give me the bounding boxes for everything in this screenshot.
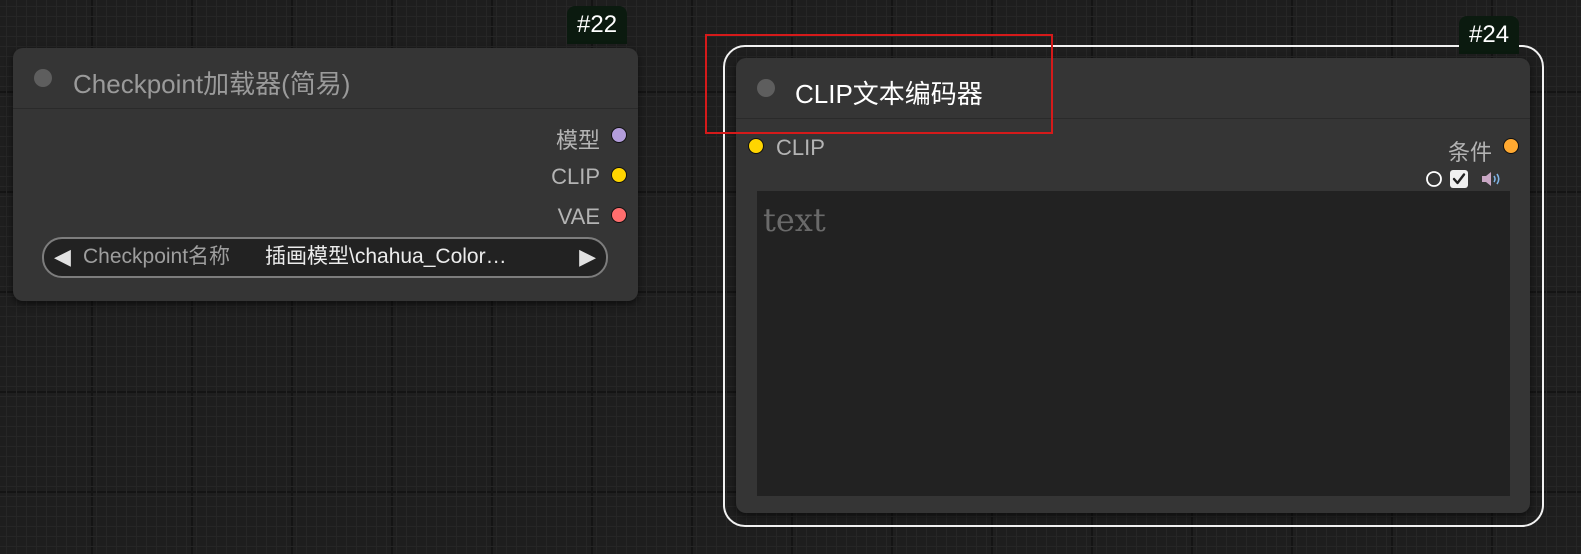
output-label-conditioning: 条件 [1447, 140, 1492, 165]
output-slot-clip[interactable] [611, 167, 627, 183]
node-id-badge: #24 [1459, 16, 1520, 54]
combo-prev-arrow[interactable]: ◀ [54, 243, 71, 271]
output-label-model: 模型 [555, 128, 600, 153]
checkbox-checked-icon[interactable] [1449, 169, 1469, 189]
checkpoint-loader-node[interactable]: Checkpoint加载器(简易) 模型 CLIP VAE ◀ Checkpoi… [13, 48, 638, 301]
circle-outline-icon[interactable] [1425, 170, 1443, 188]
output-slot-conditioning[interactable] [1503, 138, 1519, 154]
combo-next-arrow[interactable]: ▶ [579, 243, 596, 271]
node-collapse-dot[interactable] [34, 69, 52, 87]
output-label-clip: CLIP [551, 164, 600, 189]
highlight-box [705, 34, 1053, 134]
prompt-textarea[interactable] [757, 191, 1510, 496]
combo-value[interactable]: 插画模型\chahua_Color… [265, 243, 555, 271]
input-label-clip: CLIP [776, 135, 825, 160]
speaker-icon[interactable] [1480, 169, 1504, 189]
node-header[interactable]: Checkpoint加载器(简易) [13, 48, 638, 109]
output-slot-model[interactable] [611, 127, 627, 143]
node-title: Checkpoint加载器(简易) [73, 69, 351, 99]
checkpoint-name-combo[interactable]: ◀ Checkpoint名称 插画模型\chahua_Color… ▶ [42, 237, 608, 278]
combo-label: Checkpoint名称 [83, 245, 231, 268]
output-label-vae: VAE [557, 204, 600, 229]
input-slot-clip[interactable] [748, 138, 764, 154]
node-id-badge: #22 [567, 6, 628, 44]
output-slot-vae[interactable] [611, 207, 627, 223]
